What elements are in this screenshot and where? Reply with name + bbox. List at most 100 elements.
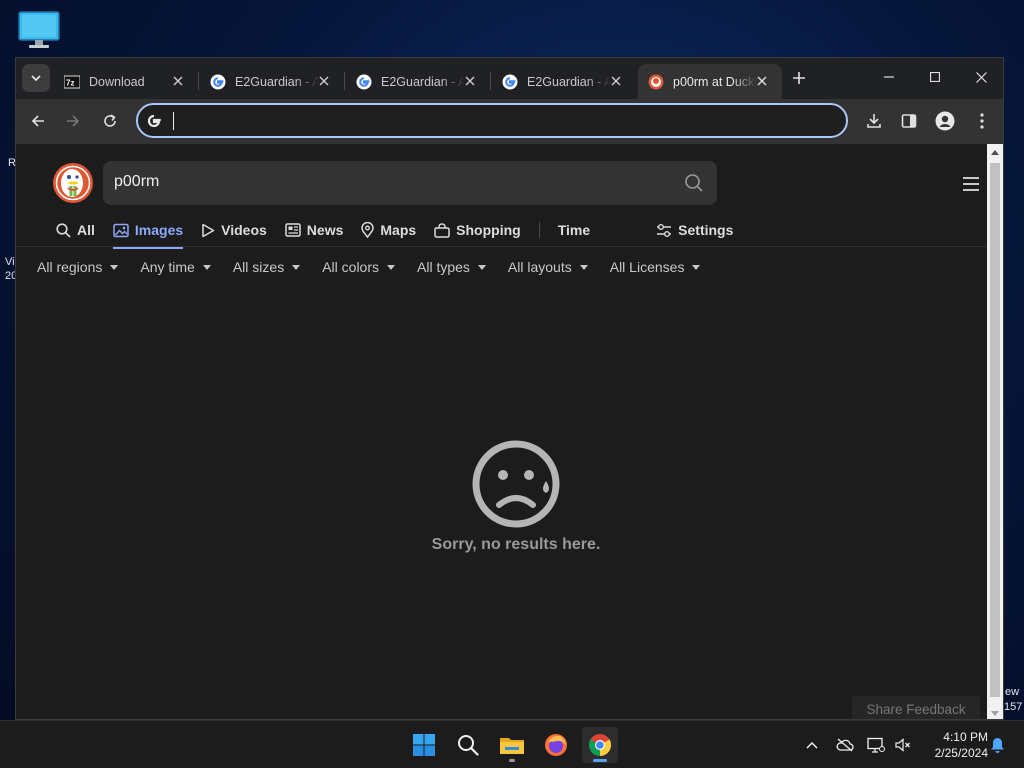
active-indicator: [593, 759, 607, 762]
scroll-up-arrow-icon[interactable]: [987, 144, 1003, 160]
close-icon[interactable]: [170, 73, 186, 89]
filter-label: All types: [417, 259, 470, 275]
volume-muted-icon: [895, 738, 910, 752]
close-icon: [975, 71, 987, 83]
taskbar-search-button[interactable]: [450, 727, 486, 763]
tab-separator: [198, 72, 199, 90]
caret-down-icon: [202, 264, 211, 270]
minimize-icon: [884, 76, 894, 78]
tab-title: E2Guardian - Access Denied: [527, 74, 611, 89]
tab-separator: [344, 72, 345, 90]
downloads-button[interactable]: [860, 107, 888, 135]
close-icon[interactable]: [462, 73, 478, 89]
close-icon[interactable]: [316, 73, 332, 89]
reload-button[interactable]: [96, 107, 124, 135]
tab-shopping[interactable]: Shopping: [434, 214, 521, 246]
tab-title: E2Guardian - Access Denied: [235, 74, 319, 89]
notifications-button[interactable]: [987, 735, 1007, 755]
close-icon[interactable]: [608, 73, 624, 89]
side-panel-button[interactable]: [895, 107, 923, 135]
menu-button[interactable]: [968, 107, 996, 135]
tab-e2guardian[interactable]: E2Guardian - Access Denied: [346, 64, 490, 99]
tab-maps-label: Maps: [380, 222, 417, 238]
filter-label: All Licenses: [609, 259, 685, 275]
filter-license[interactable]: All Licenses: [610, 255, 701, 279]
maximize-button[interactable]: [912, 58, 958, 96]
duckduckgo-icon: [648, 74, 664, 89]
system-clock[interactable]: 4:10 PM 2/25/2024: [918, 729, 988, 761]
tab-news[interactable]: News: [285, 214, 344, 246]
onedrive-tray-button[interactable]: [835, 735, 855, 755]
filter-type[interactable]: All types: [417, 255, 486, 279]
scrollbar-thumb[interactable]: [990, 163, 1000, 697]
tab-time[interactable]: Time: [558, 214, 590, 246]
desktop-label-fragment: 157: [1004, 701, 1023, 713]
tab-videos[interactable]: Videos: [201, 214, 267, 246]
address-bar[interactable]: [136, 103, 848, 138]
tab-maps[interactable]: Maps: [361, 214, 416, 246]
tab-e2guardian[interactable]: E2Guardian - Access Denied: [200, 64, 344, 99]
start-button[interactable]: [406, 727, 442, 763]
close-window-button[interactable]: [958, 58, 1003, 96]
tab-title: p00rm at DuckDuckGo: [673, 74, 757, 89]
forward-button[interactable]: [59, 107, 87, 135]
tab-separator: [490, 72, 491, 90]
filter-time[interactable]: Any time: [140, 255, 211, 279]
tab-search-button[interactable]: [22, 64, 50, 92]
google-icon: [356, 74, 372, 89]
chrome-button[interactable]: [582, 727, 618, 763]
close-icon[interactable]: [754, 73, 770, 89]
profile-icon: [935, 111, 955, 131]
tab-download[interactable]: 7z Download: [54, 64, 198, 99]
reload-icon: [104, 114, 116, 127]
tab-shopping-label: Shopping: [456, 222, 521, 238]
tab-images-label: Images: [134, 222, 184, 238]
search-nav-tabs: All Images Videos News Maps Shopping Tim…: [56, 214, 751, 249]
tab-title: Download: [89, 74, 145, 89]
show-hidden-icons-button[interactable]: [802, 735, 822, 755]
arrow-right-icon: [67, 115, 80, 127]
tab-e2guardian[interactable]: E2Guardian - Access Denied: [492, 64, 636, 99]
tab-videos-label: Videos: [221, 222, 267, 238]
search-icon[interactable]: [684, 173, 704, 193]
settings-sliders-icon: [657, 223, 672, 237]
filter-size[interactable]: All sizes: [233, 255, 301, 279]
volume-tray-button[interactable]: [893, 735, 913, 755]
search-icon: [56, 222, 71, 238]
tab-duckduckgo[interactable]: p00rm at DuckDuckGo: [638, 64, 782, 99]
tab-all[interactable]: All: [56, 214, 95, 246]
filter-color[interactable]: All colors: [322, 255, 395, 279]
minimize-button[interactable]: [866, 58, 912, 96]
new-tab-button[interactable]: [787, 66, 811, 90]
share-feedback-button[interactable]: Share Feedback: [852, 696, 980, 719]
browser-toolbar: [16, 99, 1003, 164]
search-box[interactable]: [103, 161, 717, 205]
profile-button[interactable]: [931, 107, 959, 135]
chrome-icon: [589, 734, 611, 756]
chevron-down-icon: [31, 74, 41, 81]
nav-divider-line: [16, 246, 987, 247]
desktop-label-fragment: Vi: [5, 256, 15, 268]
tab-settings[interactable]: Settings: [656, 214, 733, 246]
arrow-left-icon: [31, 115, 44, 127]
shopping-bag-icon: [434, 222, 450, 238]
page-scrollbar[interactable]: [987, 144, 1003, 719]
file-explorer-button[interactable]: [494, 727, 530, 763]
filter-label: Any time: [140, 259, 195, 275]
scroll-down-arrow-icon[interactable]: [987, 705, 1003, 719]
search-input[interactable]: [114, 173, 654, 191]
filter-bar: All regions Any time All sizes All color…: [37, 255, 722, 279]
tab-news-label: News: [306, 222, 344, 238]
tab-images[interactable]: Images: [112, 214, 184, 249]
filter-region[interactable]: All regions: [37, 255, 119, 279]
network-tray-button[interactable]: [866, 735, 886, 755]
this-pc-desktop-icon[interactable]: [17, 10, 61, 50]
filter-label: All colors: [322, 259, 379, 275]
hamburger-menu-icon[interactable]: [963, 177, 979, 191]
maximize-icon: [930, 72, 940, 82]
filter-layout[interactable]: All layouts: [508, 255, 588, 279]
duckduckgo-logo[interactable]: [52, 162, 94, 204]
firefox-button[interactable]: [538, 727, 574, 763]
back-button[interactable]: [24, 107, 52, 135]
chevron-up-icon: [806, 741, 818, 749]
